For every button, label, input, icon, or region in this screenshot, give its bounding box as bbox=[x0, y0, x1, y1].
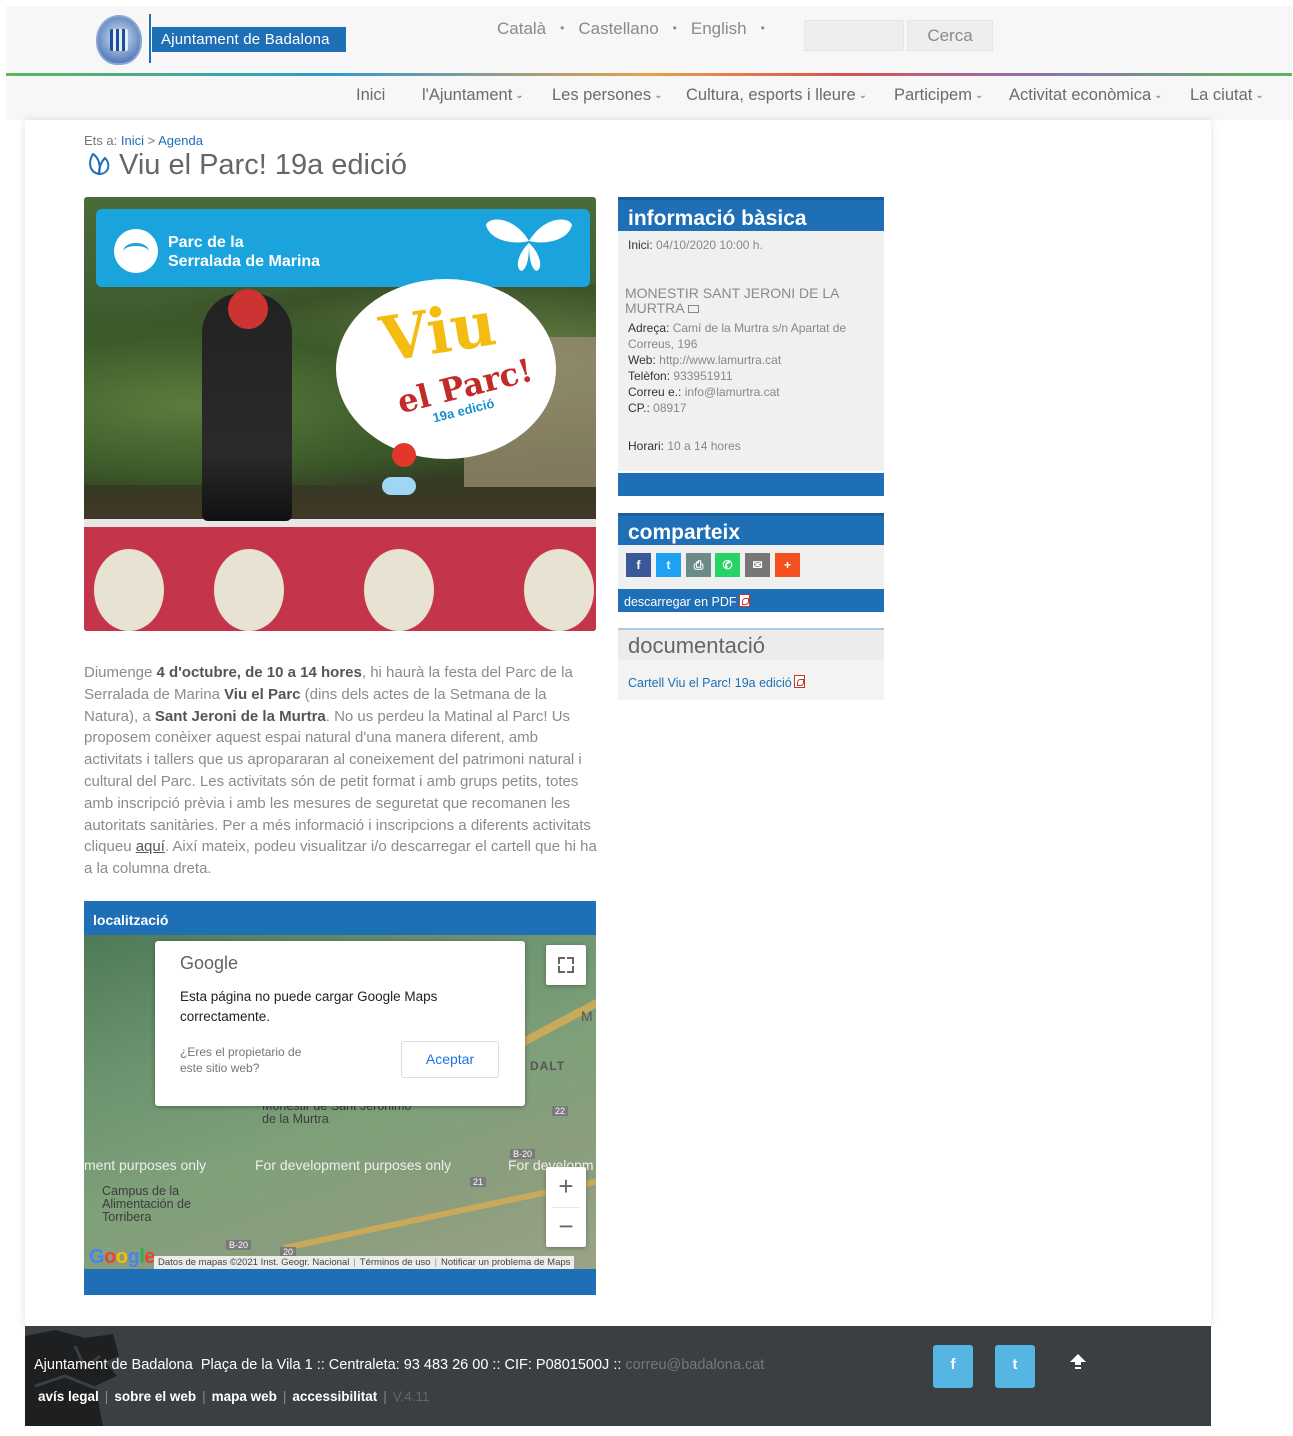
footer-link-mapa-web[interactable]: mapa web bbox=[212, 1389, 277, 1404]
event-description: Diumenge 4 d'octubre, de 10 a 14 hores, … bbox=[84, 664, 597, 878]
leaf-icon bbox=[89, 152, 110, 176]
breadcrumb-link-inici[interactable]: Inici bbox=[121, 133, 144, 148]
share-section-header: comparteix bbox=[618, 513, 884, 545]
chevron-down-icon: ⌄ bbox=[515, 90, 524, 101]
google-logo[interactable]: Google bbox=[89, 1246, 155, 1269]
map-attribution: Datos de mapas ©2021 Inst. Geogr. Nacion… bbox=[154, 1256, 575, 1270]
venue-name[interactable]: MONESTIR SANT JERONI DE LA MURTRA bbox=[625, 286, 865, 316]
footer-link-avis-legal[interactable]: avís legal bbox=[38, 1389, 99, 1404]
nav-item-ajuntament[interactable]: l'Ajuntament ⌄ bbox=[422, 86, 524, 105]
page-title: Viu el Parc! 19a edició bbox=[119, 149, 408, 181]
breadcrumb: Ets a: Inici > Agenda bbox=[84, 133, 203, 148]
facebook-icon[interactable]: f bbox=[933, 1345, 973, 1388]
start-date: 04/10/2020 10:00 h. bbox=[656, 238, 763, 252]
chevron-down-icon: ⌄ bbox=[1154, 90, 1163, 101]
document-link-poster[interactable]: Cartell Viu el Parc! 19a edició bbox=[628, 675, 805, 690]
language-link-catala[interactable]: Català bbox=[497, 19, 546, 38]
nav-item-la-ciutat[interactable]: La ciutat ⌄ bbox=[1190, 86, 1264, 105]
building-silhouette-icon bbox=[25, 1330, 119, 1426]
twitter-icon[interactable]: t bbox=[995, 1345, 1035, 1388]
google-brand: Google bbox=[180, 953, 239, 973]
map-zoom-control: + − bbox=[546, 1167, 586, 1247]
info-panel: Inici: 04/10/2020 10:00 h. MONESTIR SANT… bbox=[618, 231, 884, 471]
whatsapp-share-icon[interactable]: ✆ bbox=[715, 553, 740, 577]
info-section-header: informació bàsica bbox=[618, 197, 884, 231]
email-share-icon[interactable]: ✉ bbox=[745, 553, 770, 577]
footer-address: Plaça de la Vila 1 :: Centraleta: 93 483… bbox=[200, 1357, 622, 1373]
documents-section-header: documentació bbox=[618, 628, 884, 660]
map-section-footer bbox=[84, 1269, 596, 1295]
map-error-dialog: Google Esta página no puede cargar Googl… bbox=[155, 941, 525, 1106]
nav-item-cultura[interactable]: Cultura, esports i lleure ⌄ bbox=[686, 86, 867, 105]
zoom-in-button[interactable]: + bbox=[546, 1167, 586, 1207]
event-poster-image: Parc de la Serralada de Marina Viu el Par… bbox=[84, 197, 596, 631]
print-icon[interactable]: ⎙ bbox=[686, 553, 711, 577]
footer-org: Ajuntament de Badalona bbox=[34, 1357, 193, 1373]
butterfly-icon bbox=[486, 219, 572, 271]
language-link-castellano[interactable]: Castellano bbox=[578, 19, 658, 38]
footer-link-accessibilitat[interactable]: accessibilitat bbox=[292, 1389, 377, 1404]
language-separator: • bbox=[560, 21, 565, 35]
nav-item-inici[interactable]: Inici bbox=[356, 86, 385, 105]
accept-button[interactable]: Aceptar bbox=[401, 1041, 499, 1078]
site-version: V.4.11 bbox=[392, 1389, 430, 1404]
search-input[interactable] bbox=[804, 20, 904, 51]
share-buttons: f t ⎙ ✆ ✉ + bbox=[618, 545, 884, 589]
city-seal-icon[interactable] bbox=[96, 15, 142, 65]
zoom-out-button[interactable]: − bbox=[546, 1207, 586, 1247]
facebook-share-icon[interactable]: f bbox=[626, 553, 651, 577]
footer-email-link[interactable]: correu@badalona.cat bbox=[625, 1357, 764, 1373]
nav-item-activitat-economica[interactable]: Activitat econòmica ⌄ bbox=[1009, 86, 1163, 105]
back-to-top-icon[interactable] bbox=[1069, 1353, 1087, 1371]
venue-email-link[interactable]: info@lamurtra.cat bbox=[685, 385, 780, 399]
chevron-down-icon: ⌄ bbox=[1255, 90, 1264, 101]
chevron-down-icon: ⌄ bbox=[858, 90, 868, 101]
footer-link-sobre-el-web[interactable]: sobre el web bbox=[114, 1389, 196, 1404]
nav-item-participem[interactable]: Participem ⌄ bbox=[894, 86, 983, 105]
map-place-campus: Campus de la Alimentación de Torribera bbox=[102, 1184, 191, 1224]
site-footer: Ajuntament de Badalona Plaça de la Vila … bbox=[25, 1326, 1211, 1426]
chevron-down-icon: ⌄ bbox=[974, 90, 984, 101]
pdf-icon bbox=[738, 594, 750, 607]
map-terms-link[interactable]: Términos de uso bbox=[360, 1257, 431, 1268]
map-report-link[interactable]: Notificar un problema de Maps bbox=[441, 1257, 570, 1268]
external-link-icon[interactable] bbox=[687, 305, 699, 313]
owner-question[interactable]: ¿Eres el propietario de este sitio web? bbox=[180, 1044, 310, 1076]
documents-list: Cartell Viu el Parc! 19a edició bbox=[618, 660, 884, 700]
site-logo-text[interactable]: Ajuntament de Badalona bbox=[152, 27, 346, 52]
nav-item-persones[interactable]: Les persones ⌄ bbox=[552, 86, 662, 105]
language-switcher: Català • Castellano • English • bbox=[497, 19, 779, 39]
pdf-icon bbox=[793, 675, 805, 688]
fullscreen-icon[interactable] bbox=[546, 945, 586, 985]
search-button[interactable]: Cerca bbox=[907, 20, 993, 51]
language-separator: • bbox=[672, 21, 677, 35]
venue-web-link[interactable]: http://www.lamurtra.cat bbox=[659, 353, 781, 367]
main-navigation: Inici l'Ajuntament ⌄ Les persones ⌄ Cultur… bbox=[6, 76, 1292, 120]
language-separator: • bbox=[760, 21, 765, 35]
chevron-down-icon: ⌄ bbox=[654, 90, 663, 101]
breadcrumb-link-agenda[interactable]: Agenda bbox=[158, 133, 203, 148]
info-section-footer bbox=[618, 473, 884, 496]
twitter-share-icon[interactable]: t bbox=[656, 553, 681, 577]
more-share-icon[interactable]: + bbox=[775, 553, 800, 577]
logo-divider bbox=[149, 14, 151, 63]
download-pdf-link[interactable]: descarregar en PDF bbox=[618, 589, 884, 612]
inscriptions-link[interactable]: aquí bbox=[136, 838, 165, 855]
map-section-header: localització bbox=[84, 901, 596, 935]
language-link-english[interactable]: English bbox=[691, 19, 747, 38]
park-logo-icon bbox=[114, 229, 158, 273]
